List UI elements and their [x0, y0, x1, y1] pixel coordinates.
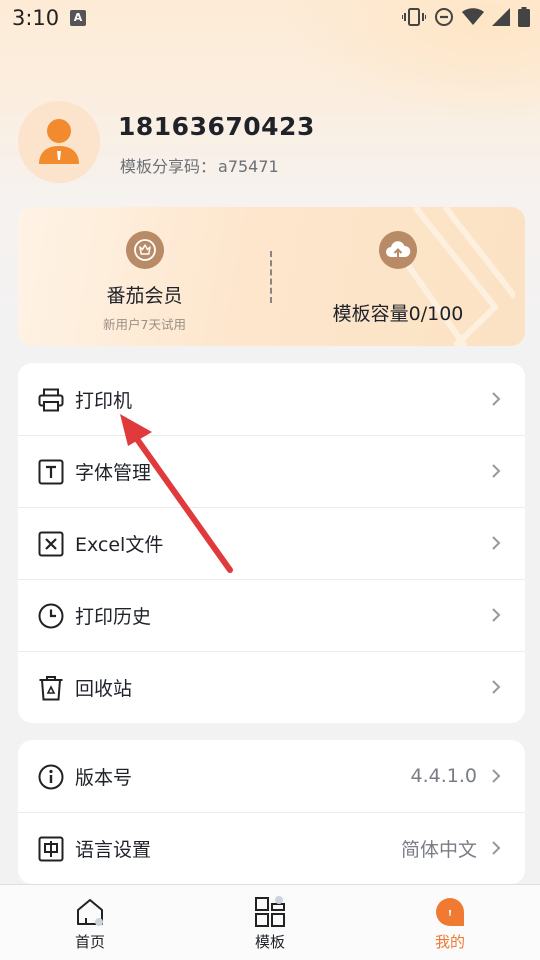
vip-card: 番茄会员 新用户7天试用 模板容量0/100: [18, 207, 525, 346]
bottom-nav: 首页 模板 我的: [0, 884, 540, 960]
chevron-right-icon: [492, 536, 501, 550]
vip-title: 番茄会员: [106, 285, 183, 307]
do-not-disturb-icon: [435, 8, 453, 26]
chevron-right-icon: [492, 841, 501, 855]
menu-item-printer[interactable]: 打印机: [18, 363, 525, 435]
status-icons: [402, 7, 530, 27]
share-code-value[interactable]: a75471: [218, 157, 279, 176]
vip-crown-icon: [125, 231, 164, 269]
vip-subtitle: 新用户7天试用: [103, 317, 186, 332]
settings-card: 版本号 4.4.1.0 语言设置 简体中文: [18, 740, 525, 884]
nav-label: 模板: [254, 933, 285, 951]
chevron-right-icon: [492, 392, 501, 406]
version-value: 4.4.1.0: [410, 765, 477, 787]
battery-icon: [518, 7, 530, 27]
template-capacity[interactable]: 模板容量0/100: [271, 207, 525, 346]
menu-item-label: 打印机: [75, 389, 133, 412]
signal-icon: [492, 8, 510, 26]
language-value: 简体中文: [400, 838, 477, 861]
user-avatar-icon: [39, 119, 79, 164]
nav-templates[interactable]: 模板: [210, 885, 330, 960]
template-capacity-label: 模板容量0/100: [332, 303, 464, 325]
chevron-right-icon: [492, 464, 501, 478]
vip-membership[interactable]: 番茄会员 新用户7天试用: [18, 207, 271, 346]
menu-item-version[interactable]: 版本号 4.4.1.0: [18, 740, 525, 812]
menu-item-print-history[interactable]: 打印历史: [18, 579, 525, 651]
menu-item-excel-files[interactable]: Excel文件: [18, 507, 525, 579]
menu-item-label: 语言设置: [75, 838, 152, 861]
menu-item-label: 打印历史: [75, 605, 152, 628]
menu-item-label: 回收站: [75, 677, 133, 700]
menu-item-font-management[interactable]: 字体管理: [18, 435, 525, 507]
avatar[interactable]: [18, 101, 100, 183]
main-menu-card: 打印机 字体管理 Excel文件 打印历史 回收站: [18, 363, 525, 723]
menu-item-recycle-bin[interactable]: 回收站: [18, 651, 525, 723]
cloud-upload-icon: [379, 231, 417, 269]
nav-label: 我的: [434, 933, 465, 951]
user-phone: 18163670423: [118, 112, 315, 141]
font-icon: [37, 458, 65, 486]
language-icon: [37, 835, 65, 863]
share-code: 模板分享码： a75471: [118, 153, 279, 177]
share-code-label: 模板分享码：: [120, 157, 217, 176]
clock-icon: [37, 602, 65, 630]
menu-item-label: Excel文件: [75, 533, 164, 556]
trash-icon: [37, 674, 65, 702]
grid-icon: [254, 896, 286, 928]
printer-icon: [37, 386, 65, 414]
chevron-right-icon: [492, 608, 501, 622]
status-time: 3:10: [12, 6, 60, 30]
menu-item-label: 字体管理: [75, 461, 152, 484]
notification-badge: A: [70, 10, 86, 26]
menu-item-language[interactable]: 语言设置 简体中文: [18, 812, 525, 884]
profile-icon: [434, 896, 466, 928]
nav-home[interactable]: 首页: [30, 885, 150, 960]
chevron-right-icon: [492, 769, 501, 783]
excel-icon: [37, 530, 65, 558]
home-icon: [74, 896, 106, 928]
info-icon: [37, 763, 65, 791]
vibrate-icon: [402, 8, 426, 26]
chevron-right-icon: [492, 680, 501, 694]
nav-label: 首页: [74, 933, 105, 951]
menu-item-label: 版本号: [75, 766, 133, 789]
nav-mine[interactable]: 我的: [390, 885, 510, 960]
status-bar: 3:10 A: [0, 0, 540, 36]
wifi-icon: [462, 8, 484, 25]
